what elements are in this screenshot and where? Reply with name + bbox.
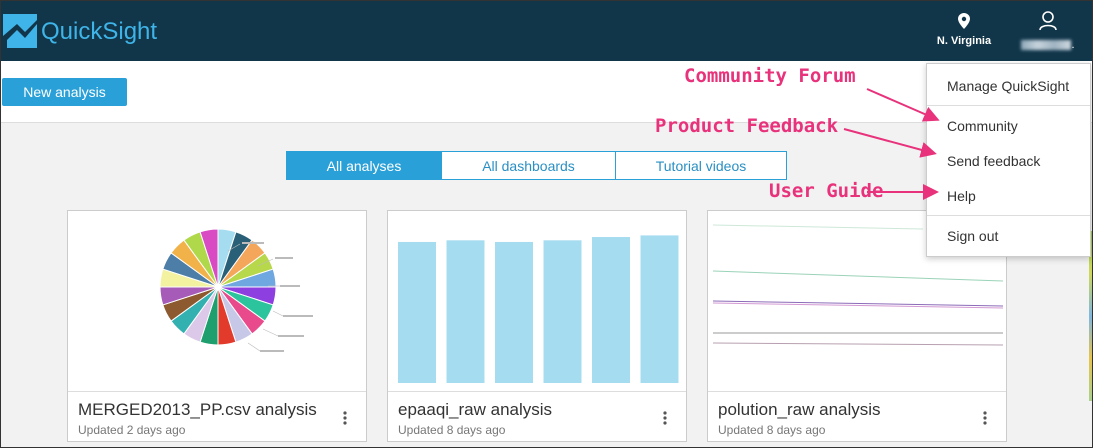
tab-all-dashboards[interactable]: All dashboards xyxy=(442,152,616,179)
quicksight-logo-icon xyxy=(3,14,37,48)
bar-chart-thumbnail xyxy=(398,235,679,383)
menu-item-sign-out[interactable]: Sign out xyxy=(947,228,998,244)
more-options-icon[interactable] xyxy=(980,408,990,428)
menu-divider xyxy=(927,215,1090,216)
user-dropdown-menu: Manage QuickSight Community Send feedbac… xyxy=(926,63,1091,257)
menu-divider xyxy=(927,105,1090,106)
new-analysis-button[interactable]: New analysis xyxy=(2,78,127,106)
card-title[interactable]: MERGED2013_PP.csv analysis xyxy=(78,400,317,420)
card-footer: polution_raw analysis Updated 8 days ago xyxy=(708,391,1006,441)
card-title[interactable]: polution_raw analysis xyxy=(718,400,881,420)
username-suffix: . xyxy=(1071,39,1075,51)
card-updated: Updated 8 days ago xyxy=(718,423,826,437)
user-menu-toggle[interactable]: . xyxy=(1013,11,1083,51)
annotation-product-feedback: Product Feedback xyxy=(655,115,839,137)
bar xyxy=(398,241,436,383)
card-footer: MERGED2013_PP.csv analysis Updated 2 day… xyxy=(68,391,366,441)
bar xyxy=(543,240,582,383)
annotation-user-guide: User Guide xyxy=(769,180,884,202)
content-tabs: All analyses All dashboards Tutorial vid… xyxy=(286,151,787,180)
bar xyxy=(592,237,630,383)
pie-chart-thumbnail xyxy=(159,228,313,352)
card-title[interactable]: epaaqi_raw analysis xyxy=(398,400,552,420)
analysis-card[interactable]: MERGED2013_PP.csv analysis Updated 2 day… xyxy=(67,210,367,442)
username-redacted xyxy=(1021,40,1072,51)
user-icon xyxy=(1039,11,1057,31)
bar xyxy=(446,240,485,383)
more-options-icon[interactable] xyxy=(660,408,670,428)
analysis-card[interactable]: epaaqi_raw analysis Updated 8 days ago xyxy=(387,210,687,442)
arrow-to-send-feedback xyxy=(843,128,937,158)
region-selector[interactable]: N. Virginia xyxy=(931,11,997,47)
region-label: N. Virginia xyxy=(936,35,992,47)
menu-item-manage-quicksight[interactable]: Manage QuickSight xyxy=(947,78,1069,94)
location-pin-icon xyxy=(958,13,970,29)
more-options-icon[interactable] xyxy=(340,408,350,428)
menu-item-help[interactable]: Help xyxy=(947,188,976,204)
tab-tutorial-videos[interactable]: Tutorial videos xyxy=(616,152,786,179)
app-brand-title[interactable]: QuickSight xyxy=(41,18,157,46)
tab-all-analyses[interactable]: All analyses xyxy=(287,152,442,179)
bar xyxy=(640,235,679,383)
menu-item-community[interactable]: Community xyxy=(947,118,1018,134)
top-navigation-bar: QuickSight N. Virginia . xyxy=(1,1,1092,61)
annotation-community-forum: Community Forum xyxy=(684,65,856,87)
bar xyxy=(495,241,533,383)
card-updated: Updated 2 days ago xyxy=(78,423,186,437)
card-updated: Updated 8 days ago xyxy=(398,423,506,437)
card-footer: epaaqi_raw analysis Updated 8 days ago xyxy=(388,391,686,441)
menu-item-send-feedback[interactable]: Send feedback xyxy=(947,153,1040,169)
